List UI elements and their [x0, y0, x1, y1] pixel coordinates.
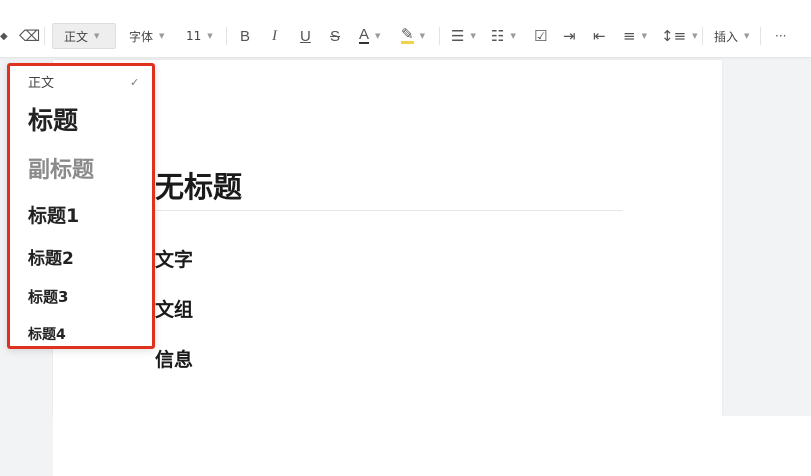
chevron-down-icon: ▼: [510, 32, 516, 40]
chevron-down-icon: ▼: [159, 32, 165, 40]
highlight-button[interactable]: ✎ ▼: [401, 22, 425, 50]
toolbar-divider: [760, 27, 761, 45]
document-title[interactable]: 无标题: [155, 164, 242, 206]
outdent-button[interactable]: ⇤: [593, 22, 606, 50]
outdent-icon: ⇤: [593, 27, 606, 45]
style-option-heading-3[interactable]: 标题3: [28, 286, 68, 307]
paragraph-style-value: 正文: [64, 29, 89, 44]
toolbar-divider: [44, 27, 45, 45]
indent-button[interactable]: ⇥: [563, 22, 576, 50]
document-heading[interactable]: 信息: [155, 345, 193, 372]
chevron-down-icon: ▼: [375, 32, 381, 40]
indent-icon: ⇥: [563, 27, 576, 45]
chevron-down-icon: ▼: [744, 32, 750, 40]
toolbar: ◆ ⌫ 正文 ▼ 字体 ▼ 11 ▼ B I U S A ▼ ✎ ▼ ☰ ▼ ☷…: [0, 0, 811, 58]
style-option-subtitle[interactable]: 副标题: [28, 152, 94, 184]
style-option-body[interactable]: 正文: [28, 72, 54, 91]
toolbar-divider: [702, 27, 703, 45]
align-left-icon: ≡: [623, 27, 636, 45]
checkmark-icon: ✓: [130, 76, 140, 89]
align-button[interactable]: ≡ ▼: [623, 22, 647, 50]
chevron-down-icon: ▼: [692, 32, 698, 40]
font-size-select[interactable]: 11 ▼: [186, 22, 213, 50]
strikethrough-icon: S: [330, 27, 341, 45]
more-icon: ···: [775, 29, 787, 43]
line-spacing-button[interactable]: ↕≡ ▼: [661, 22, 698, 50]
bold-icon: B: [240, 27, 251, 45]
font-family-label: 字体: [129, 29, 154, 44]
font-color-icon: A: [359, 26, 370, 44]
font-color-button[interactable]: A ▼: [359, 22, 380, 50]
toolbar-divider: [439, 27, 440, 45]
insert-menu[interactable]: 插入 ▼: [714, 22, 749, 50]
line-spacing-icon: ↕≡: [661, 27, 687, 45]
font-family-select[interactable]: 字体 ▼: [129, 22, 164, 50]
style-option-title[interactable]: 标题: [28, 101, 78, 137]
more-button[interactable]: ···: [775, 22, 786, 50]
style-option-heading-1[interactable]: 标题1: [28, 201, 79, 228]
chevron-down-icon: ▼: [470, 32, 476, 40]
font-size-value: 11: [186, 29, 202, 43]
underline-icon: U: [300, 27, 311, 45]
italic-icon: I: [272, 27, 277, 44]
chevron-down-icon: ▼: [94, 32, 100, 40]
chevron-down-icon: ▼: [207, 32, 213, 40]
insert-label: 插入: [714, 29, 739, 44]
italic-button[interactable]: I: [272, 22, 277, 50]
checkbox-icon: ☑: [534, 27, 548, 45]
document-page-continuation[interactable]: [53, 416, 811, 476]
paragraph-style-dropdown: 正文 ✓ 标题 副标题 标题1 标题2 标题3 标题4: [7, 63, 155, 349]
highlighter-icon: ✎: [401, 25, 414, 44]
style-option-heading-2[interactable]: 标题2: [28, 244, 74, 269]
underline-button[interactable]: U: [300, 22, 311, 50]
style-option-heading-4[interactable]: 标题4: [28, 324, 66, 344]
checklist-button[interactable]: ☑: [534, 22, 547, 50]
toolbar-divider: [226, 27, 227, 45]
partial-tool-icon[interactable]: ◆: [0, 22, 8, 50]
eraser-icon[interactable]: ⌫: [19, 22, 40, 50]
ordered-list-button[interactable]: ☰ ▼: [451, 22, 476, 50]
ordered-list-icon: ☰: [451, 27, 465, 45]
strikethrough-button[interactable]: S: [330, 22, 340, 50]
document-heading[interactable]: 文组: [155, 295, 193, 322]
bold-button[interactable]: B: [240, 22, 250, 50]
document-heading[interactable]: 文字: [155, 245, 193, 272]
bullet-list-icon: ☷: [491, 27, 505, 45]
bullet-list-button[interactable]: ☷ ▼: [491, 22, 516, 50]
chevron-down-icon: ▼: [419, 32, 425, 40]
title-divider: [155, 210, 623, 211]
chevron-down-icon: ▼: [641, 32, 647, 40]
paragraph-style-select[interactable]: 正文 ▼: [52, 23, 116, 49]
